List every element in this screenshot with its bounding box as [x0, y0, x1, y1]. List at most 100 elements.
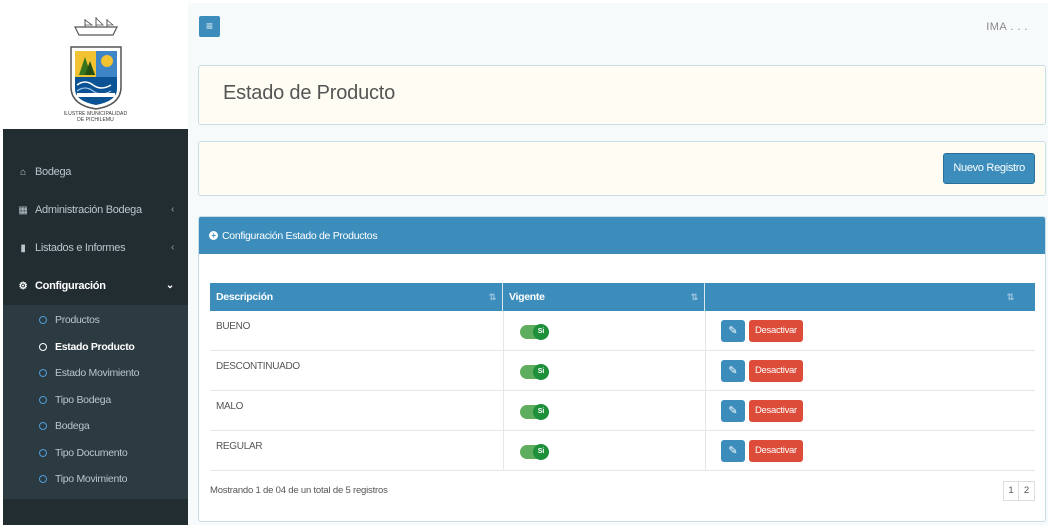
cell-vigente: Si [503, 351, 705, 391]
circle-icon [39, 475, 47, 484]
submenu-item-tipo-documento[interactable]: Tipo Documento [3, 440, 188, 467]
logo-area: ILUSTRE MUNICIPALIDAD DE PICHILEMU [3, 3, 188, 129]
sidebar-item-label: Configuración [35, 280, 106, 292]
sidebar-item-administracion-bodega[interactable]: ▦ Administración Bodega ‹ [3, 191, 188, 229]
page-title: Estado de Producto [223, 82, 396, 104]
cell-vigente: Si [503, 431, 705, 471]
circle-icon [39, 316, 47, 325]
page-button[interactable]: 1 [1003, 481, 1019, 501]
column-header-vigente[interactable]: Vigente ⇅ [503, 283, 705, 311]
deactivate-button[interactable]: Desactivar [749, 400, 803, 422]
cell-descripcion: BUENO [216, 321, 251, 332]
submenu-item-bodega[interactable]: Bodega [3, 413, 188, 440]
toggle-knob: Si [533, 324, 549, 340]
deactivate-button[interactable]: Desactivar [749, 360, 803, 382]
edit-button[interactable]: ✎ [721, 360, 745, 382]
toggle-knob: Si [533, 364, 549, 380]
vigente-toggle[interactable]: Si [520, 324, 549, 340]
table-icon: ▦ [18, 204, 28, 216]
cell-actions: ✎ Desactivar [705, 351, 1035, 391]
states-table: Descripción ⇅ Vigente ⇅ ⇅ BUENO Si ✎ Des… [210, 283, 1035, 471]
sidebar-item-label: Bodega [35, 166, 72, 178]
sidebar-nav: ⌂ Bodega ▦ Administración Bodega ‹ ▮ Lis… [3, 153, 188, 499]
chevron-down-icon: ⌄ [165, 280, 174, 291]
column-header-descripcion[interactable]: Descripción ⇅ [210, 283, 503, 311]
user-menu[interactable]: IMA . . . [986, 21, 1028, 33]
deactivate-button[interactable]: Desactivar [749, 320, 803, 342]
gears-icon: ⚙ [18, 280, 28, 292]
configuracion-submenu: Productos Estado Producto Estado Movimie… [3, 305, 188, 499]
hamburger-icon: ≡ [205, 19, 213, 33]
submenu-item-label: Tipo Documento [55, 446, 128, 459]
sort-icon: ⇅ [488, 292, 497, 302]
vigente-toggle[interactable]: Si [520, 444, 549, 460]
sidebar-item-label: Listados e Informes [35, 242, 126, 254]
cell-actions: ✎ Desactivar [705, 311, 1035, 351]
submenu-item-label: Productos [55, 314, 100, 327]
top-bar: ≡ IMA . . . [188, 3, 1048, 53]
actions-box: Nuevo Registro [198, 141, 1046, 196]
table-info: Mostrando 1 de 04 de un total de 5 regis… [210, 485, 388, 496]
vigente-toggle[interactable]: Si [520, 364, 549, 380]
cell-vigente: Si [503, 391, 705, 431]
sidebar-item-label: Administración Bodega [35, 204, 142, 216]
table-row: MALO Si ✎ Desactivar [210, 391, 1035, 431]
cell-vigente: Si [503, 311, 705, 351]
chevron-left-icon: ‹ [170, 204, 174, 215]
circle-icon [39, 369, 47, 378]
submenu-item-estado-producto[interactable]: Estado Producto [3, 334, 188, 361]
toggle-knob: Si [533, 404, 549, 420]
panel-header: + Configuración Estado de Productos [199, 217, 1045, 254]
municipality-logo[interactable] [65, 17, 127, 113]
pencil-icon: ✎ [728, 325, 738, 337]
new-record-button[interactable]: Nuevo Registro [943, 153, 1035, 184]
sidebar-item-listados-informes[interactable]: ▮ Listados e Informes ‹ [3, 229, 188, 267]
column-header-actions[interactable]: ⇅ [705, 283, 1020, 311]
sidebar-item-configuracion[interactable]: ⚙ Configuración ⌄ [3, 267, 188, 305]
deactivate-button[interactable]: Desactivar [749, 440, 803, 462]
page-button[interactable]: 2 [1019, 481, 1035, 501]
chevron-left-icon: ‹ [170, 242, 174, 253]
title-box: Estado de Producto [198, 65, 1046, 125]
table-row: REGULAR Si ✎ Desactivar [210, 431, 1035, 471]
submenu-item-tipo-movimiento[interactable]: Tipo Movimiento [3, 466, 188, 493]
submenu-item-tipo-bodega[interactable]: Tipo Bodega [3, 387, 188, 414]
submenu-item-label: Tipo Movimiento [55, 473, 128, 486]
edit-button[interactable]: ✎ [721, 400, 745, 422]
file-icon: ▮ [20, 242, 26, 254]
pencil-icon: ✎ [728, 365, 738, 377]
plus-circle-icon: + [209, 231, 218, 240]
edit-button[interactable]: ✎ [721, 320, 745, 342]
edit-button[interactable]: ✎ [721, 440, 745, 462]
circle-icon [39, 422, 47, 431]
table-row: DESCONTINUADO Si ✎ Desactivar [210, 351, 1035, 391]
circle-icon [39, 395, 47, 404]
submenu-item-label: Bodega [55, 420, 90, 433]
panel-title: Configuración Estado de Productos [222, 229, 378, 242]
toggle-knob: Si [533, 444, 549, 460]
submenu-item-label: Tipo Bodega [55, 393, 111, 406]
logo-caption: ILUSTRE MUNICIPALIDAD DE PICHILEMU [3, 111, 188, 123]
cell-actions: ✎ Desactivar [705, 391, 1035, 431]
submenu-item-estado-movimiento[interactable]: Estado Movimiento [3, 360, 188, 387]
column-label: Descripción [216, 291, 273, 303]
sort-icon: ⇅ [690, 292, 699, 302]
logo-caption-line2: DE PICHILEMU [77, 117, 114, 123]
cell-actions: ✎ Desactivar [705, 431, 1035, 471]
table-row: BUENO Si ✎ Desactivar [210, 311, 1035, 351]
main-content: Estado de Producto Nuevo Registro + Conf… [188, 53, 1048, 525]
submenu-item-label: Estado Movimiento [55, 367, 140, 380]
table-header: Descripción ⇅ Vigente ⇅ ⇅ [210, 283, 1035, 311]
sort-icon: ⇅ [1006, 292, 1015, 302]
submenu-item-productos[interactable]: Productos [3, 307, 188, 334]
vigente-toggle[interactable]: Si [520, 404, 549, 420]
submenu-item-label: Estado Producto [55, 340, 135, 353]
home-icon: ⌂ [20, 166, 26, 178]
pagination: 1 2 [1003, 481, 1035, 501]
cell-descripcion: REGULAR [216, 441, 263, 452]
sidebar: ILUSTRE MUNICIPALIDAD DE PICHILEMU ⌂ Bod… [3, 3, 188, 525]
sidebar-item-bodega[interactable]: ⌂ Bodega [3, 153, 188, 191]
pencil-icon: ✎ [728, 445, 738, 457]
menu-toggle-button[interactable]: ≡ [199, 16, 220, 37]
circle-icon [39, 342, 47, 351]
